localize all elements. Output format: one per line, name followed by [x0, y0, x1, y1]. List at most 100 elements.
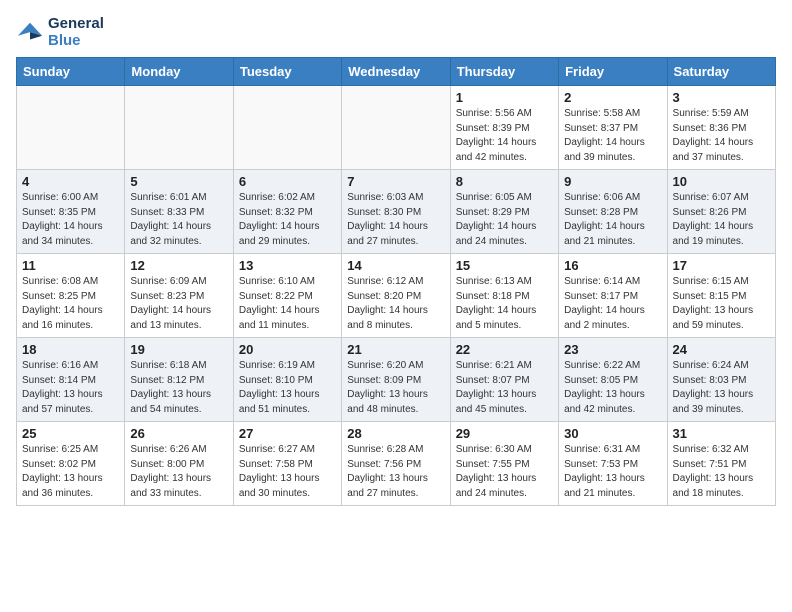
day-info: Sunrise: 5:58 AM Sunset: 8:37 PM Dayligh…: [564, 107, 661, 165]
logo: General Blue: [16, 16, 104, 49]
day-number: 19: [130, 342, 227, 357]
calendar-cell: 2 Sunrise: 5:58 AM Sunset: 8:37 PM Daylig…: [559, 86, 667, 170]
calendar-week-row: 1Sunrise: 5:56 AM Sunset: 8:39 PM Daylig…: [17, 86, 776, 170]
calendar-cell: 11 Sunrise: 6:08 AM Sunset: 8:25 PM Dayli…: [17, 254, 125, 338]
day-info: Sunrise: 6:08 AM Sunset: 8:25 PM Dayligh…: [22, 275, 119, 333]
calendar-cell: 13 Sunrise: 6:10 AM Sunset: 8:22 PM Dayli…: [233, 254, 341, 338]
day-number: 20: [239, 342, 336, 357]
day-number: 17: [673, 258, 770, 273]
calendar-cell: 29 Sunrise: 6:30 AM Sunset: 7:55 PM Dayli…: [450, 422, 558, 506]
day-info: Sunrise: 6:21 AM Sunset: 8:07 PM Dayligh…: [456, 359, 553, 417]
day-info: Sunrise: 6:07 AM Sunset: 8:26 PM Dayligh…: [673, 191, 770, 249]
calendar-cell: 5 Sunrise: 6:01 AM Sunset: 8:33 PM Daylig…: [125, 170, 233, 254]
calendar-cell: 9Sunrise: 6:06 AM Sunset: 8:28 PM Daylig…: [559, 170, 667, 254]
day-info: Sunrise: 6:19 AM Sunset: 8:10 PM Dayligh…: [239, 359, 336, 417]
calendar-week-row: 25 Sunrise: 6:25 AM Sunset: 8:02 PM Dayli…: [17, 422, 776, 506]
day-number: 23: [564, 342, 661, 357]
day-info: Sunrise: 6:13 AM Sunset: 8:18 PM Dayligh…: [456, 275, 553, 333]
calendar-cell: 31 Sunrise: 6:32 AM Sunset: 7:51 PM Dayli…: [667, 422, 775, 506]
calendar-cell: 18Sunrise: 6:16 AM Sunset: 8:14 PM Dayli…: [17, 338, 125, 422]
day-number: 29: [456, 426, 553, 441]
weekday-header-wednesday: Wednesday: [342, 58, 450, 86]
day-number: 1: [456, 90, 553, 105]
day-info: Sunrise: 6:05 AM Sunset: 8:29 PM Dayligh…: [456, 191, 553, 249]
calendar-cell: 23 Sunrise: 6:22 AM Sunset: 8:05 PM Dayli…: [559, 338, 667, 422]
calendar-cell: 16 Sunrise: 6:14 AM Sunset: 8:17 PM Dayli…: [559, 254, 667, 338]
weekday-header-sunday: Sunday: [17, 58, 125, 86]
day-info: Sunrise: 6:14 AM Sunset: 8:17 PM Dayligh…: [564, 275, 661, 333]
calendar-cell: 14 Sunrise: 6:12 AM Sunset: 8:20 PM Dayli…: [342, 254, 450, 338]
page-header: General Blue: [16, 16, 776, 49]
calendar-cell: 10 Sunrise: 6:07 AM Sunset: 8:26 PM Dayli…: [667, 170, 775, 254]
day-number: 5: [130, 174, 227, 189]
calendar-table: SundayMondayTuesdayWednesdayThursdayFrid…: [16, 57, 776, 506]
calendar-cell: 24 Sunrise: 6:24 AM Sunset: 8:03 PM Dayli…: [667, 338, 775, 422]
day-number: 3: [673, 90, 770, 105]
day-info: Sunrise: 6:18 AM Sunset: 8:12 PM Dayligh…: [130, 359, 227, 417]
calendar-cell: 8 Sunrise: 6:05 AM Sunset: 8:29 PM Daylig…: [450, 170, 558, 254]
day-number: 31: [673, 426, 770, 441]
calendar-cell: [342, 86, 450, 170]
calendar-cell: 25 Sunrise: 6:25 AM Sunset: 8:02 PM Dayli…: [17, 422, 125, 506]
day-number: 24: [673, 342, 770, 357]
calendar-cell: 26Sunrise: 6:26 AM Sunset: 8:00 PM Dayli…: [125, 422, 233, 506]
day-info: Sunrise: 6:24 AM Sunset: 8:03 PM Dayligh…: [673, 359, 770, 417]
day-number: 11: [22, 258, 119, 273]
day-number: 10: [673, 174, 770, 189]
day-info: Sunrise: 6:09 AM Sunset: 8:23 PM Dayligh…: [130, 275, 227, 333]
day-info: Sunrise: 6:22 AM Sunset: 8:05 PM Dayligh…: [564, 359, 661, 417]
calendar-cell: 6 Sunrise: 6:02 AM Sunset: 8:32 PM Daylig…: [233, 170, 341, 254]
day-info: Sunrise: 5:59 AM Sunset: 8:36 PM Dayligh…: [673, 107, 770, 165]
calendar-cell: 20 Sunrise: 6:19 AM Sunset: 8:10 PM Dayli…: [233, 338, 341, 422]
weekday-header-thursday: Thursday: [450, 58, 558, 86]
calendar-week-row: 4 Sunrise: 6:00 AM Sunset: 8:35 PM Daylig…: [17, 170, 776, 254]
day-info: Sunrise: 6:30 AM Sunset: 7:55 PM Dayligh…: [456, 443, 553, 501]
day-number: 28: [347, 426, 444, 441]
calendar-cell: 15 Sunrise: 6:13 AM Sunset: 8:18 PM Dayli…: [450, 254, 558, 338]
calendar-cell: 17Sunrise: 6:15 AM Sunset: 8:15 PM Dayli…: [667, 254, 775, 338]
day-number: 25: [22, 426, 119, 441]
day-number: 8: [456, 174, 553, 189]
day-info: Sunrise: 6:00 AM Sunset: 8:35 PM Dayligh…: [22, 191, 119, 249]
calendar-week-row: 11 Sunrise: 6:08 AM Sunset: 8:25 PM Dayli…: [17, 254, 776, 338]
day-number: 16: [564, 258, 661, 273]
day-info: Sunrise: 6:12 AM Sunset: 8:20 PM Dayligh…: [347, 275, 444, 333]
day-info: Sunrise: 6:25 AM Sunset: 8:02 PM Dayligh…: [22, 443, 119, 501]
calendar-cell: 7Sunrise: 6:03 AM Sunset: 8:30 PM Daylig…: [342, 170, 450, 254]
day-info: Sunrise: 6:31 AM Sunset: 7:53 PM Dayligh…: [564, 443, 661, 501]
calendar-cell: 28Sunrise: 6:28 AM Sunset: 7:56 PM Dayli…: [342, 422, 450, 506]
day-info: Sunrise: 6:01 AM Sunset: 8:33 PM Dayligh…: [130, 191, 227, 249]
day-number: 7: [347, 174, 444, 189]
day-number: 27: [239, 426, 336, 441]
day-info: Sunrise: 6:27 AM Sunset: 7:58 PM Dayligh…: [239, 443, 336, 501]
day-info: Sunrise: 6:32 AM Sunset: 7:51 PM Dayligh…: [673, 443, 770, 501]
calendar-cell: 4 Sunrise: 6:00 AM Sunset: 8:35 PM Daylig…: [17, 170, 125, 254]
day-number: 18: [22, 342, 119, 357]
weekday-header-tuesday: Tuesday: [233, 58, 341, 86]
day-number: 6: [239, 174, 336, 189]
day-number: 15: [456, 258, 553, 273]
day-number: 12: [130, 258, 227, 273]
day-number: 21: [347, 342, 444, 357]
day-number: 9: [564, 174, 661, 189]
logo-bird-icon: [16, 19, 44, 47]
day-number: 2: [564, 90, 661, 105]
calendar-cell: [125, 86, 233, 170]
calendar-cell: [17, 86, 125, 170]
weekday-header-row: SundayMondayTuesdayWednesdayThursdayFrid…: [17, 58, 776, 86]
calendar-cell: 1Sunrise: 5:56 AM Sunset: 8:39 PM Daylig…: [450, 86, 558, 170]
calendar-week-row: 18Sunrise: 6:16 AM Sunset: 8:14 PM Dayli…: [17, 338, 776, 422]
day-number: 26: [130, 426, 227, 441]
calendar-cell: 21Sunrise: 6:20 AM Sunset: 8:09 PM Dayli…: [342, 338, 450, 422]
logo-text: General Blue: [48, 16, 104, 49]
day-info: Sunrise: 6:02 AM Sunset: 8:32 PM Dayligh…: [239, 191, 336, 249]
calendar-cell: 30 Sunrise: 6:31 AM Sunset: 7:53 PM Dayli…: [559, 422, 667, 506]
day-number: 14: [347, 258, 444, 273]
day-number: 4: [22, 174, 119, 189]
weekday-header-monday: Monday: [125, 58, 233, 86]
day-number: 30: [564, 426, 661, 441]
weekday-header-friday: Friday: [559, 58, 667, 86]
calendar-cell: 19 Sunrise: 6:18 AM Sunset: 8:12 PM Dayli…: [125, 338, 233, 422]
day-info: Sunrise: 6:10 AM Sunset: 8:22 PM Dayligh…: [239, 275, 336, 333]
day-number: 13: [239, 258, 336, 273]
